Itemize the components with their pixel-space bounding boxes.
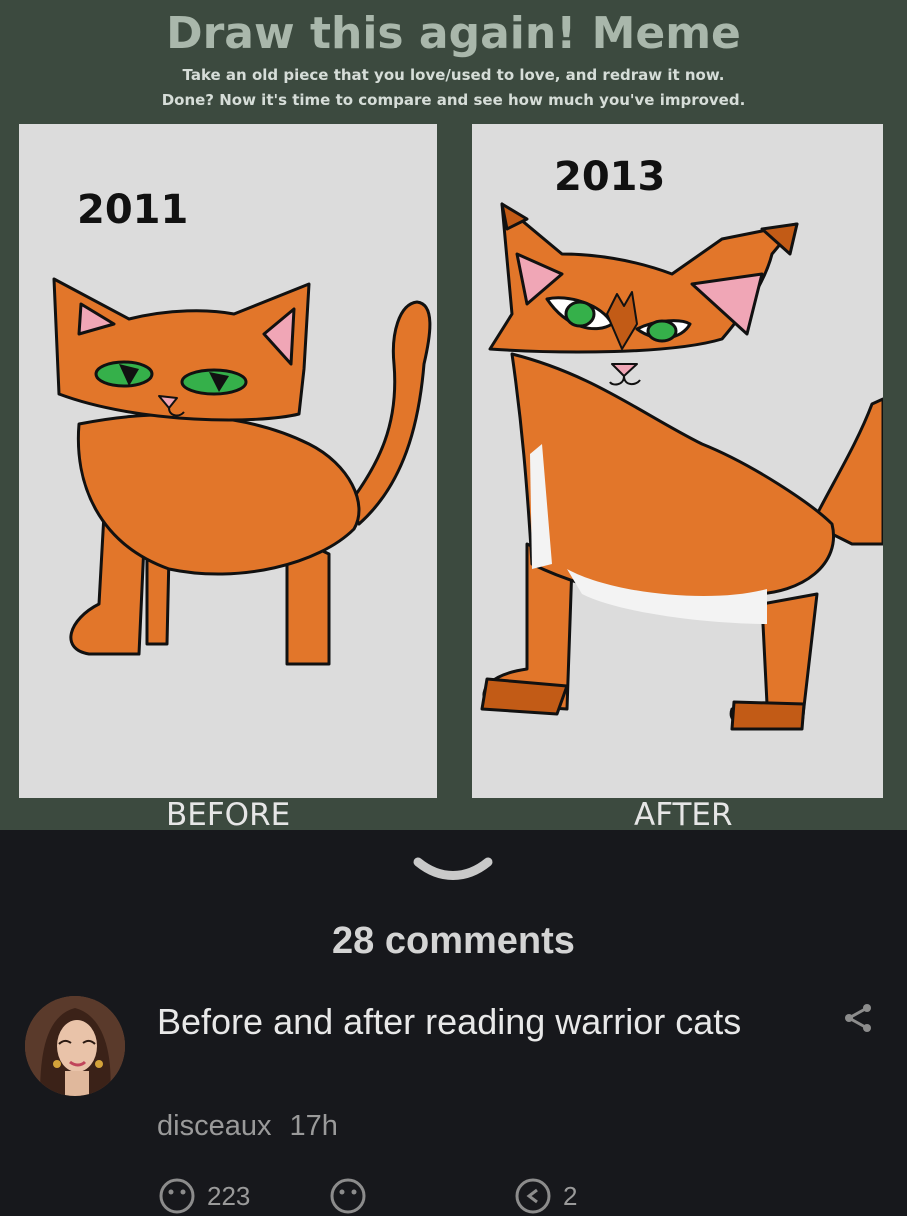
reply-count: 2 (563, 1180, 578, 1211)
after-caption: AFTER (634, 797, 733, 833)
avatar[interactable] (25, 996, 125, 1096)
meme-subtitle-line-2: Done? Now it's time to compare and see h… (161, 91, 746, 109)
downvote-button[interactable] (328, 1176, 378, 1216)
comments-count: 28 comments (332, 920, 575, 962)
frown-icon (330, 1178, 366, 1214)
before-year-label: 2011 (77, 187, 189, 233)
smile-icon (159, 1178, 195, 1214)
share-icon[interactable] (842, 1002, 874, 1034)
upvote-button[interactable]: 223 (157, 1176, 250, 1216)
meme-title: Draw this again! Meme (166, 8, 741, 59)
post-text: Before and after reading warrior cats (157, 1001, 742, 1042)
before-panel: 2011 (19, 124, 437, 798)
reply-icon (515, 1178, 551, 1214)
avatar-image (25, 996, 125, 1096)
after-cat-drawing (480, 202, 883, 731)
meme-subtitle-line-1: Take an old piece that you love/used to … (182, 66, 725, 84)
before-caption: BEFORE (166, 797, 291, 833)
post-meta: disceaux 17h (157, 1110, 338, 1143)
meme-image[interactable]: Draw this again! Meme Take an old piece … (0, 0, 907, 833)
author-name[interactable]: disceaux (157, 1110, 271, 1142)
after-year-label: 2013 (554, 154, 666, 200)
chevron-down-icon[interactable] (410, 852, 496, 892)
reply-button[interactable]: 2 (513, 1176, 577, 1216)
upvote-count: 223 (207, 1180, 251, 1211)
after-panel: 2013 (472, 124, 883, 798)
post-time: 17h (289, 1110, 338, 1142)
